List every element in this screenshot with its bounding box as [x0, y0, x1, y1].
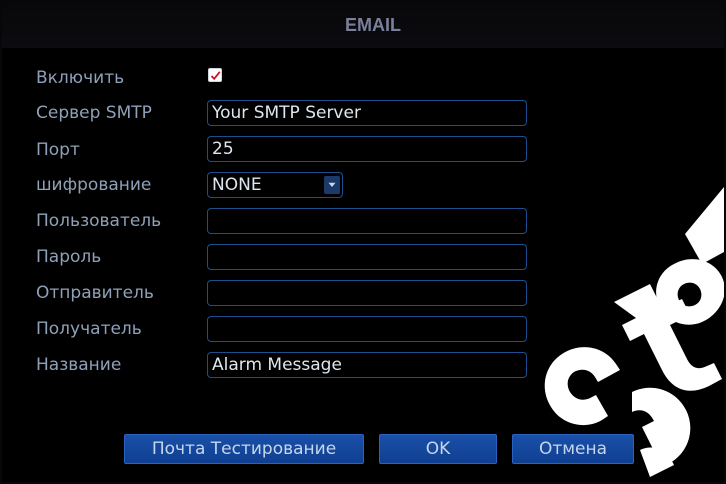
enable-label: Включить [36, 68, 125, 88]
smtp-server-label: Сервер SMTP [36, 103, 152, 123]
encryption-value: NONE [212, 175, 262, 195]
port-label: Порт [36, 140, 80, 160]
enable-checkbox[interactable] [208, 68, 222, 82]
password-field[interactable] [207, 244, 527, 270]
sender-label: Отправитель [36, 283, 154, 303]
chevron-down-icon [328, 182, 336, 187]
test-email-button[interactable]: Почта Тестирование [124, 434, 364, 464]
subject-field[interactable]: Alarm Message [207, 352, 527, 378]
title-bar: EMAIL [2, 2, 724, 48]
check-mark-icon [210, 71, 221, 81]
dropdown-button[interactable] [324, 176, 340, 194]
user-field[interactable] [207, 208, 527, 234]
ok-button[interactable]: OK [379, 434, 497, 464]
smtp-server-field[interactable]: Your SMTP Server [207, 100, 527, 126]
subject-label: Название [36, 355, 122, 375]
password-label: Пароль [36, 247, 102, 267]
encryption-select[interactable]: NONE [207, 172, 343, 198]
user-label: Пользователь [36, 211, 162, 231]
port-field[interactable]: 25 [207, 136, 527, 162]
sender-field[interactable] [207, 280, 527, 306]
recipient-field[interactable] [207, 316, 527, 342]
email-settings-window: EMAIL Включить Сервер SMTP Your SMTP Ser… [0, 0, 726, 484]
window-title: EMAIL [345, 15, 401, 35]
encryption-label: шифрование [36, 175, 152, 195]
cancel-button[interactable]: Отмена [512, 434, 634, 464]
recipient-label: Получатель [36, 319, 142, 339]
